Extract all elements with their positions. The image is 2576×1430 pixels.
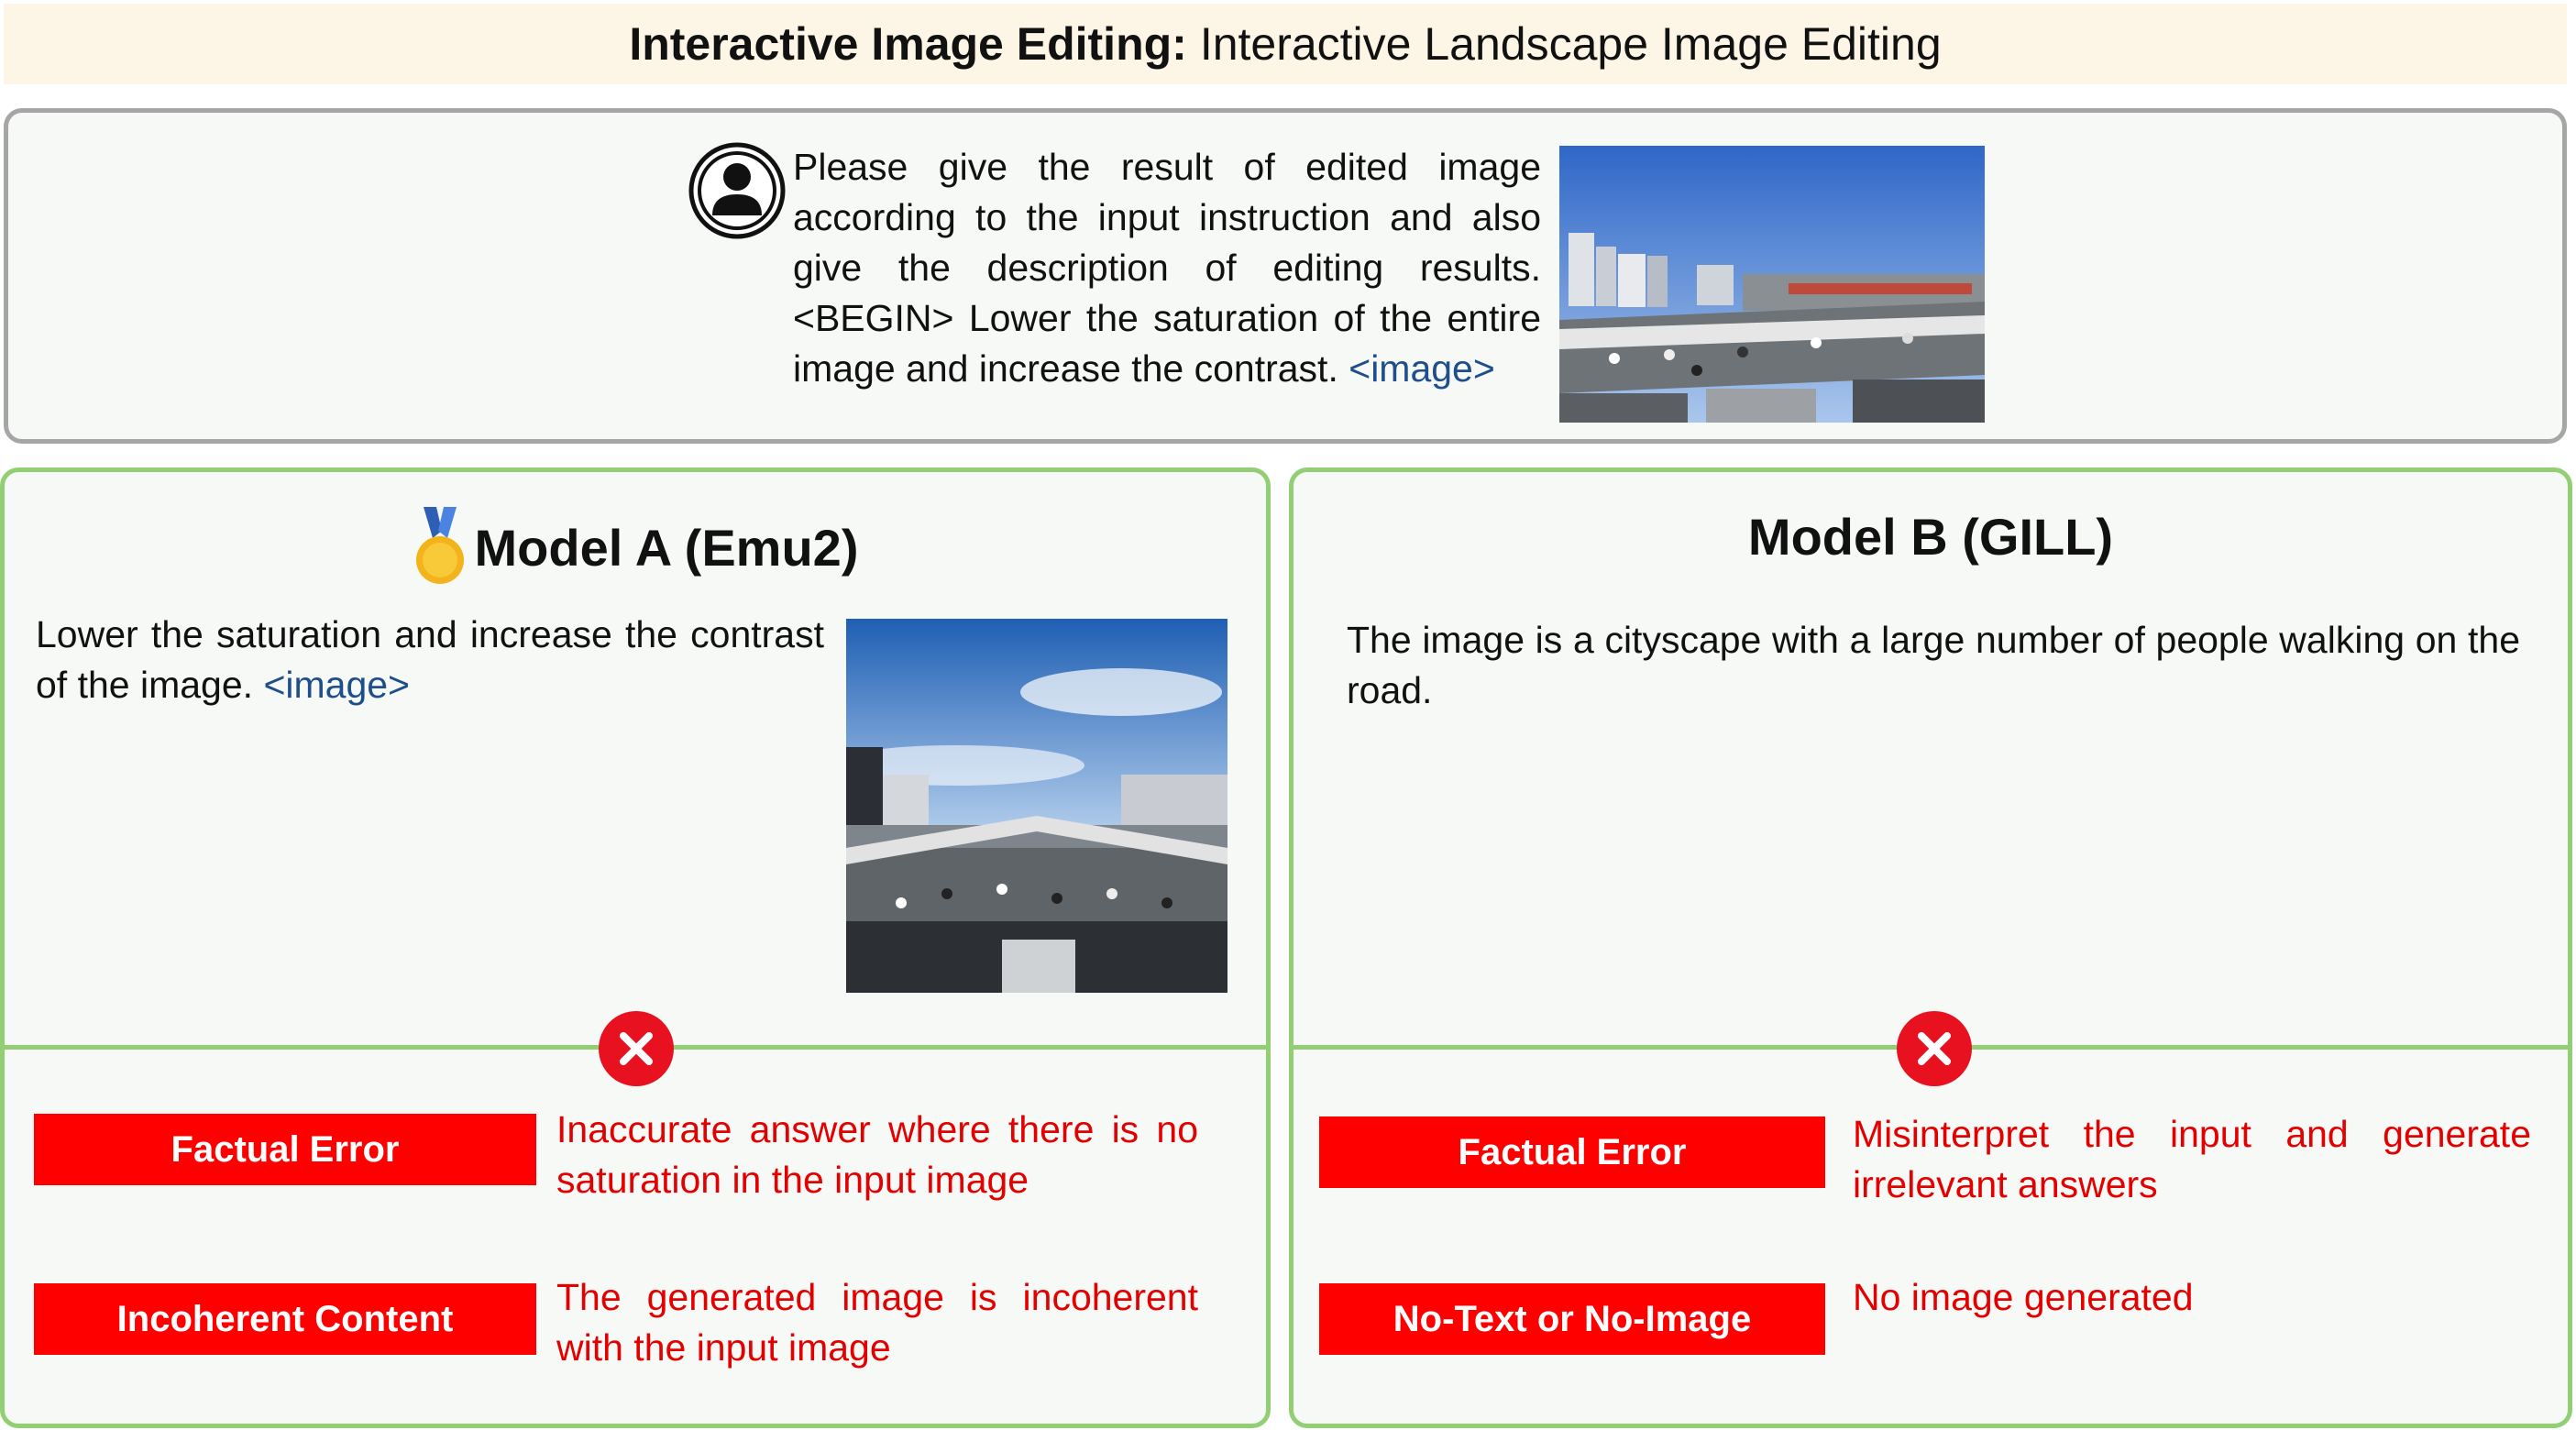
model-a-title: Model A (Emu2) [5,507,1266,588]
model-a-name: Model A (Emu2) [474,518,859,577]
x-mark-icon [599,1011,674,1086]
model-a-error-desc-2: The generated image is incoherent with t… [556,1276,1198,1369]
model-a-generated-photo [846,619,1227,993]
model-a-response: Lower the saturation and increase the co… [36,610,824,710]
model-a-error-tag-1: Factual Error [34,1114,536,1185]
model-a-error-desc-1: Inaccurate answer where there is no satu… [556,1108,1198,1201]
model-a-response-text: Lower the saturation and increase the co… [36,613,824,706]
model-a-image-token: <image> [263,664,410,706]
model-a-error-tag-2: Incoherent Content [34,1283,536,1355]
title-bold: Interactive Image Editing: [629,18,1187,70]
model-b-title: Model B (GILL) [1294,507,2568,566]
model-b-error-tag-2: No-Text or No-Image [1319,1283,1825,1355]
page-title: Interactive Image Editing: Interactive L… [4,4,2567,84]
model-b-response: The image is a cityscape with a large nu… [1347,619,2520,711]
prompt-text: Please give the result of edited image a… [793,142,1541,394]
model-a-panel: Model A (Emu2) Lower the saturation and … [0,468,1271,1428]
prompt-image-token: <image> [1349,347,1495,390]
x-mark-icon [1897,1011,1972,1086]
medal-icon [415,507,464,584]
input-landscape-photo [1559,146,1985,423]
title-subject: Interactive Landscape Image Editing [1199,18,1942,70]
model-b-name: Model B (GILL) [1747,508,2114,566]
model-b-error-desc-2: No image generated [1853,1276,2194,1318]
user-avatar-icon [688,142,786,239]
model-b-error-desc-1: Misinterpret the input and generate irre… [1853,1113,2531,1205]
model-b-error-tag-1: Factual Error [1319,1116,1825,1188]
model-b-panel: Model B (GILL) The image is a cityscape … [1289,468,2572,1428]
user-prompt-box: Please give the result of edited image a… [4,108,2567,444]
